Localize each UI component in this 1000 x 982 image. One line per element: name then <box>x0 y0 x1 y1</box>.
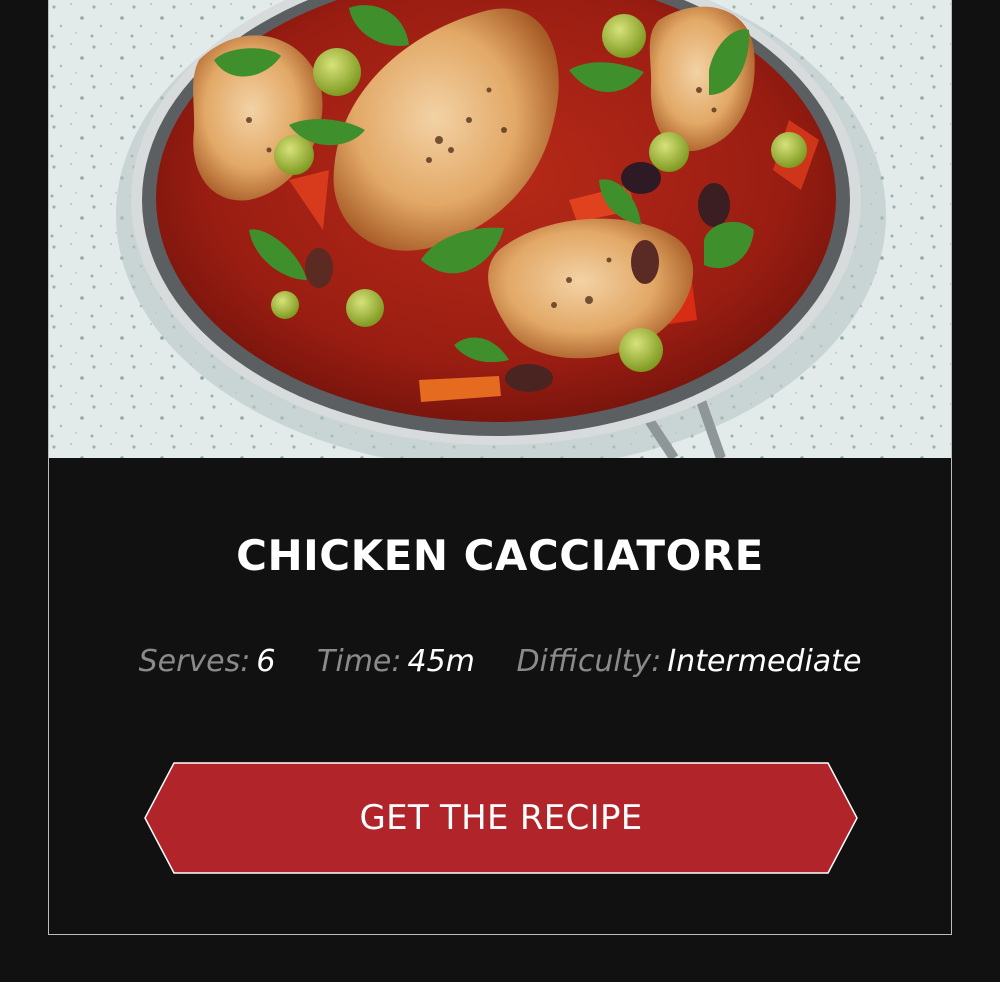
time-label: Time: <box>317 644 402 679</box>
time-info: Time: 45m <box>317 640 475 684</box>
difficulty-info: Difficulty: Intermediate <box>516 640 861 684</box>
chicken-cacciatore-photo <box>49 0 951 458</box>
recipe-image[interactable] <box>49 0 951 458</box>
get-recipe-label: GET THE RECIPE <box>359 798 643 838</box>
recipe-meta: Serves: 6 Time: 45m Difficulty: Intermediat… <box>49 640 951 684</box>
get-recipe-button[interactable]: GET THE RECIPE <box>144 762 858 874</box>
page: CHICKEN CACCIATORE Serves: 6 Time: 45m Dif… <box>0 0 1000 982</box>
difficulty-value: Intermediate <box>667 644 862 679</box>
serves-info: Serves: 6 <box>139 640 276 684</box>
recipe-title: CHICKEN CACCIATORE <box>236 531 764 580</box>
difficulty-label: Difficulty: <box>516 644 662 679</box>
recipe-card: CHICKEN CACCIATORE Serves: 6 Time: 45m Dif… <box>48 0 952 935</box>
serves-label: Serves: <box>138 644 251 679</box>
time-value: 45m <box>407 644 475 679</box>
serves-value: 6 <box>256 644 276 679</box>
